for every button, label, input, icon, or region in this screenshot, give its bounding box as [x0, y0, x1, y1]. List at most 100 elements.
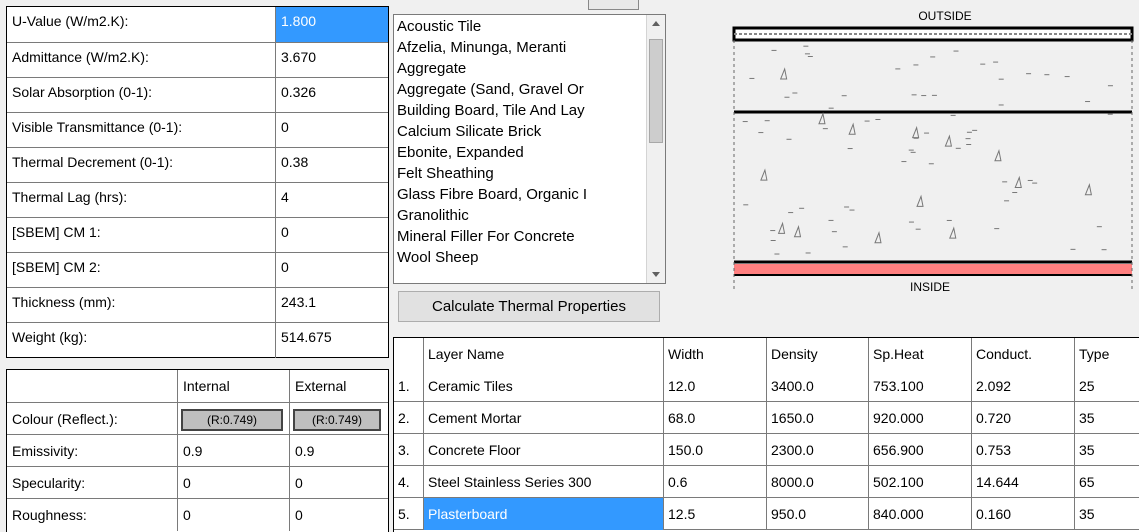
material-item[interactable]: Acoustic Tile	[397, 16, 647, 37]
property-row: [SBEM] CM 1: 0	[7, 217, 388, 253]
layer-cell-density[interactable]: 8000.0	[767, 466, 869, 498]
surface-internal-cell[interactable]: 0	[177, 499, 289, 531]
property-row: Visible Transmittance (0-1): 0	[7, 112, 388, 148]
layer-row[interactable]: 2. Cement Mortar 68.0 1650.0 920.000 0.720 35	[394, 402, 1139, 434]
material-item[interactable]: Aggregate	[397, 58, 647, 79]
layer-cell-spheat[interactable]: 753.100	[869, 370, 972, 402]
surface-internal-cell[interactable]: 0.9	[177, 435, 289, 467]
property-value[interactable]: 0	[275, 218, 388, 253]
scroll-up-icon[interactable]	[647, 15, 665, 33]
layer-cell-spheat[interactable]: 502.100	[869, 466, 972, 498]
layer-cell-conduct[interactable]: 14.644	[972, 466, 1075, 498]
column-header[interactable]: Layer Name	[424, 338, 664, 370]
aggregate-mark	[818, 112, 826, 125]
material-item[interactable]: Granolithic	[397, 205, 647, 226]
layer-cell-n[interactable]: 3.	[394, 434, 424, 466]
layer-cell-name[interactable]: Cement Mortar	[424, 402, 664, 434]
layer-cell-n[interactable]: 4.	[394, 466, 424, 498]
external-colour-swatch[interactable]: (R:0.749)	[293, 409, 381, 431]
column-header[interactable]	[394, 338, 424, 370]
materials-listbox[interactable]: Acoustic Tile Afzelia, Minunga, Meranti Ag…	[393, 14, 666, 284]
material-item[interactable]: Building Board, Tile And Lay	[397, 100, 647, 121]
layer-cell-density[interactable]: 1650.0	[767, 402, 869, 434]
property-row: Admittance (W/m2.K): 3.670	[7, 42, 388, 78]
column-header[interactable]: Conduct.	[972, 338, 1075, 370]
layer-cell-name[interactable]: Steel Stainless Series 300	[424, 466, 664, 498]
layer-cell-name[interactable]: Ceramic Tiles	[424, 370, 664, 402]
property-value[interactable]: 3.670	[275, 43, 388, 78]
layer-cell-n[interactable]: 1.	[394, 370, 424, 402]
property-value[interactable]: 0.38	[275, 148, 388, 183]
property-value[interactable]: 514.675	[275, 323, 388, 358]
surface-header-row: Internal External	[7, 370, 388, 402]
column-header[interactable]: Density	[767, 338, 869, 370]
layer-cell-width[interactable]: 150.0	[664, 434, 767, 466]
layer-cell-n[interactable]: 2.	[394, 402, 424, 434]
layer-cell-width[interactable]: 12.5	[664, 498, 767, 530]
surface-row: Roughness: 0 0	[7, 498, 388, 531]
surface-external-cell[interactable]: (R:0.749)	[289, 403, 388, 435]
aggregate-mark	[848, 122, 856, 135]
layer-cell-type[interactable]: 35	[1075, 434, 1139, 466]
calculate-thermal-properties-button[interactable]: Calculate Thermal Properties	[398, 291, 660, 322]
property-value[interactable]: 0	[275, 253, 388, 288]
property-value[interactable]: 1.800	[275, 7, 388, 42]
property-value[interactable]: 4	[275, 183, 388, 218]
aggregate-mark	[994, 149, 1002, 162]
column-header[interactable]: Type	[1075, 338, 1139, 370]
material-item[interactable]: Aggregate (Sand, Gravel Or	[397, 79, 647, 100]
surface-external-cell[interactable]: 0.9	[289, 435, 388, 467]
layer-cell-conduct[interactable]: 0.753	[972, 434, 1075, 466]
layer-cell-width[interactable]: 12.0	[664, 370, 767, 402]
layer-cell-n[interactable]: 5.	[394, 498, 424, 530]
column-header[interactable]: Sp.Heat	[869, 338, 972, 370]
material-item[interactable]: Calcium Silicate Brick	[397, 121, 647, 142]
column-header[interactable]: Width	[664, 338, 767, 370]
layer-cell-spheat[interactable]: 920.000	[869, 402, 972, 434]
layer-cell-width[interactable]: 0.6	[664, 466, 767, 498]
surface-external-cell[interactable]: 0	[289, 499, 388, 531]
material-item[interactable]: Ebonite, Expanded	[397, 142, 647, 163]
materials-scrollbar[interactable]	[646, 15, 665, 283]
inside-label: INSIDE	[910, 280, 950, 294]
material-item[interactable]: Glass Fibre Board, Organic I	[397, 184, 647, 205]
property-value[interactable]: 0	[275, 113, 388, 148]
scroll-down-icon[interactable]	[647, 265, 665, 283]
layer-cell-name[interactable]: Concrete Floor	[424, 434, 664, 466]
layer-cell-density[interactable]: 2300.0	[767, 434, 869, 466]
material-item[interactable]: Felt Sheathing	[397, 163, 647, 184]
concrete-hatch	[742, 45, 1113, 255]
surface-label: Emissivity:	[12, 443, 79, 459]
layer-cell-conduct[interactable]: 2.092	[972, 370, 1075, 402]
layer-cell-type[interactable]: 65	[1075, 466, 1139, 498]
external-header: External	[289, 370, 388, 402]
property-value[interactable]: 243.1	[275, 288, 388, 323]
layer-cell-name[interactable]: Plasterboard	[424, 498, 664, 530]
layer-cell-type[interactable]: 25	[1075, 370, 1139, 402]
layer-cell-conduct[interactable]: 0.160	[972, 498, 1075, 530]
layer-cell-spheat[interactable]: 656.900	[869, 434, 972, 466]
scrollbar-thumb[interactable]	[649, 39, 663, 143]
property-value[interactable]: 0.326	[275, 78, 388, 113]
surface-external-cell[interactable]: 0	[289, 467, 388, 499]
material-item[interactable]: Mineral Filler For Concrete	[397, 226, 647, 247]
layer-cell-type[interactable]: 35	[1075, 498, 1139, 530]
material-item[interactable]: Afzelia, Minunga, Meranti	[397, 37, 647, 58]
property-row: Weight (kg): 514.675	[7, 322, 388, 358]
layer-cell-density[interactable]: 950.0	[767, 498, 869, 530]
layer-row[interactable]: 5. Plasterboard 12.5 950.0 840.000 0.160 35	[394, 498, 1139, 530]
layer-cell-type[interactable]: 35	[1075, 402, 1139, 434]
category-dropdown-stub[interactable]	[588, 0, 639, 10]
internal-colour-swatch[interactable]: (R:0.749)	[181, 409, 283, 431]
layer-row[interactable]: 4. Steel Stainless Series 300 0.6 8000.0 502…	[394, 466, 1139, 498]
material-item[interactable]: Wool Sheep	[397, 247, 647, 268]
layer-cell-conduct[interactable]: 0.720	[972, 402, 1075, 434]
surface-internal-cell[interactable]: (R:0.749)	[177, 403, 289, 435]
layer-cell-density[interactable]: 3400.0	[767, 370, 869, 402]
layer-row[interactable]: 1. Ceramic Tiles 12.0 3400.0 753.100 2.092 25	[394, 370, 1139, 402]
layer-cell-spheat[interactable]: 840.000	[869, 498, 972, 530]
surface-internal-cell[interactable]: 0	[177, 467, 289, 499]
layers-header-row: Layer Name Width Density Sp.Heat Conduct. Typ…	[394, 338, 1139, 370]
layer-cell-width[interactable]: 68.0	[664, 402, 767, 434]
layer-row[interactable]: 3. Concrete Floor 150.0 2300.0 656.900 0.753 3…	[394, 434, 1139, 466]
